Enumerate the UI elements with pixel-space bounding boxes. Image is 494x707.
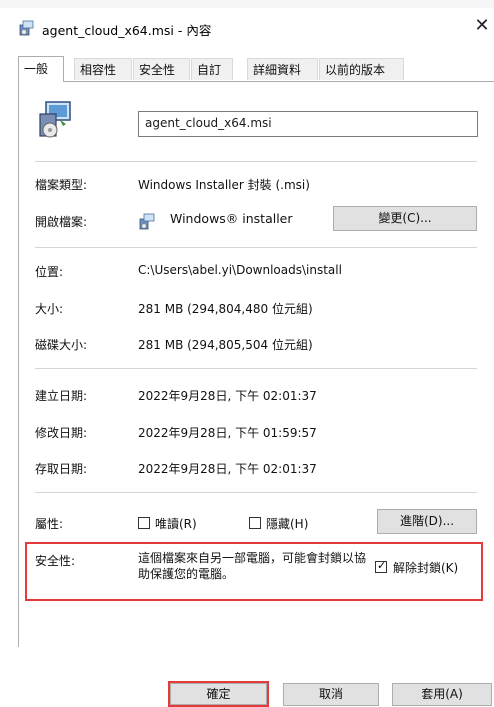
security-warning-text: 這個檔案來自另一部電腦，可能會封鎖以協助保護您的電腦。 xyxy=(138,551,367,581)
accessed-label: 存取日期: xyxy=(35,462,88,476)
opens-with-value: Windows® installer xyxy=(170,211,293,226)
unblock-checkbox[interactable]: ✓ xyxy=(375,559,387,573)
location-value: C:\Users\abel.yi\Downloads\install xyxy=(138,263,342,277)
windows-installer-icon xyxy=(139,213,155,230)
size-value: 281 MB (294,804,480 位元組) xyxy=(138,302,313,316)
accessed-value: 2022年9月28日, 下午 02:01:37 xyxy=(138,462,317,476)
created-value: 2022年9月28日, 下午 02:01:37 xyxy=(138,389,317,403)
disk-size-label: 磁碟大小: xyxy=(35,338,88,352)
created-label: 建立日期: xyxy=(35,389,88,403)
file-type-value: Windows Installer 封裝 (.msi) xyxy=(138,178,310,192)
divider xyxy=(35,161,477,162)
tab-previous-versions[interactable]: 以前的版本 xyxy=(319,58,404,80)
modified-value: 2022年9月28日, 下午 01:59:57 xyxy=(138,426,317,440)
divider xyxy=(35,247,477,248)
apply-button[interactable]: 套用(A) xyxy=(392,683,492,706)
disk-size-value: 281 MB (294,805,504 位元組) xyxy=(138,338,313,352)
ok-highlight-box xyxy=(168,681,269,707)
tab-general[interactable]: 一般 xyxy=(18,56,64,82)
location-label: 位置: xyxy=(35,265,64,279)
checkmark-icon: ✓ xyxy=(377,559,387,572)
divider xyxy=(35,492,477,493)
msi-package-icon xyxy=(39,101,71,138)
advanced-button[interactable]: 進階(D)... xyxy=(377,509,477,534)
size-label: 大小: xyxy=(35,302,64,316)
file-type-label: 檔案類型: xyxy=(35,178,88,192)
window-title: agent_cloud_x64.msi - 內容 xyxy=(42,23,212,38)
tab-security[interactable]: 安全性 xyxy=(133,58,190,80)
hidden-checkbox[interactable] xyxy=(249,517,261,529)
tab-custom[interactable]: 自訂 xyxy=(191,58,233,80)
hidden-label: 隱藏(H) xyxy=(266,517,309,531)
modified-label: 修改日期: xyxy=(35,426,88,440)
change-button[interactable]: 變更(C)... xyxy=(333,206,477,231)
attributes-label: 屬性: xyxy=(35,517,64,531)
tab-details[interactable]: 詳細資料 xyxy=(247,58,318,80)
readonly-checkbox[interactable] xyxy=(138,517,150,529)
top-strip xyxy=(0,0,494,8)
divider xyxy=(35,368,477,369)
cancel-button[interactable]: 取消 xyxy=(283,683,379,706)
filename-input[interactable]: agent_cloud_x64.msi xyxy=(138,111,478,137)
security-label: 安全性: xyxy=(35,554,76,568)
close-icon[interactable]: ✕ xyxy=(470,14,494,38)
opens-with-label: 開啟檔案: xyxy=(35,215,88,229)
unblock-label: 解除封鎖(K) xyxy=(393,561,459,575)
tab-compatibility[interactable]: 相容性 xyxy=(74,58,132,80)
readonly-label: 唯讀(R) xyxy=(155,517,197,531)
msi-installer-icon xyxy=(19,20,34,36)
